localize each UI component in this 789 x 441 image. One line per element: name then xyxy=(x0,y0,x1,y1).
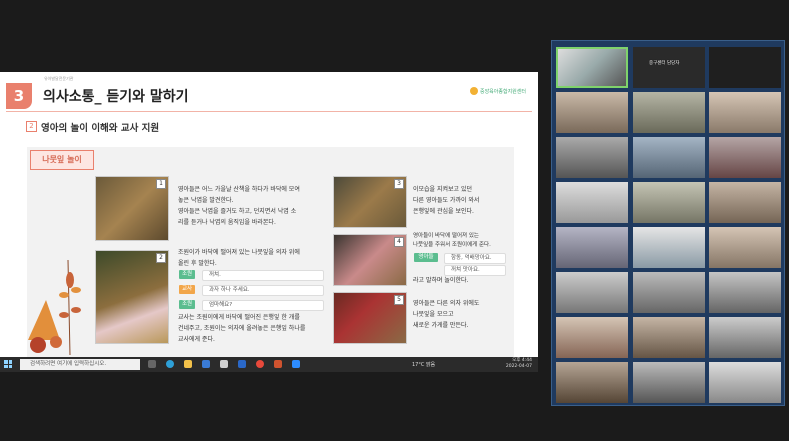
photo-4: 4 xyxy=(333,234,407,286)
hancom-icon[interactable] xyxy=(238,360,246,368)
participant-tile[interactable] xyxy=(709,272,781,313)
participant-tile[interactable] xyxy=(709,362,781,403)
participant-tile[interactable] xyxy=(556,272,628,313)
description-3: 교사는 조원이에게 바닥에 떨어진 은행잎 한 개를 건네주고, 조원이는 의자… xyxy=(178,314,306,343)
autumn-leaves-decoration xyxy=(28,260,81,355)
activity-tag: 나뭇잎 놀이 xyxy=(30,150,94,170)
participant-tile[interactable] xyxy=(556,317,628,358)
participant-tile[interactable] xyxy=(709,92,781,133)
subsection-number: 2 xyxy=(26,121,37,132)
speaker-chip: 조원 xyxy=(179,270,195,279)
participant-tile[interactable] xyxy=(556,92,628,133)
zoom-icon[interactable] xyxy=(292,360,300,368)
slide-title: 의사소통_ 듣기와 말하기 xyxy=(43,89,189,105)
description-5: 영아들이 바닥에 떨어져 있는 나뭇잎을 주워서 조원이에게 준다. xyxy=(413,233,491,248)
dialog-bubble: 엄마해요? xyxy=(202,300,324,311)
powerpoint-icon[interactable] xyxy=(274,360,282,368)
taskbar-search-input[interactable]: 검색하려면 여기에 입력하십시오. xyxy=(20,359,140,370)
edge-icon[interactable] xyxy=(166,360,174,368)
description-6: 영아들은 다른 의자 위에도 나뭇잎을 모으고 새로운 가게를 만든다. xyxy=(413,300,480,329)
logo-icon xyxy=(469,87,478,95)
photo-2: 2 xyxy=(95,250,169,344)
weather-status[interactable]: 17°C 맑음 xyxy=(412,361,435,368)
description-4: 이모습을 지켜보고 있던 다른 영아들도 가까이 와서 은행잎에 관심을 보인다… xyxy=(413,186,480,215)
task-view-icon[interactable] xyxy=(148,360,156,368)
shared-slide: 3 유아발달전문기관 의사소통_ 듣기와 말하기 중앙육아종합지원센터 2 영아… xyxy=(0,72,538,357)
participant-gallery: 중구센터 담당자 xyxy=(551,40,785,406)
photo-3: 3 xyxy=(333,176,407,228)
chrome-icon[interactable] xyxy=(256,360,264,368)
dialog-bubble: 항동, 억배망아요. xyxy=(444,253,506,264)
slide-header: 3 유아발달전문기관 의사소통_ 듣기와 말하기 중앙육아종합지원센터 xyxy=(0,72,538,112)
windows-start-icon[interactable] xyxy=(4,360,12,368)
participant-tile[interactable] xyxy=(709,227,781,268)
participant-tile-speaker[interactable] xyxy=(556,47,628,88)
participant-tile[interactable] xyxy=(633,272,705,313)
participant-tile[interactable] xyxy=(709,317,781,358)
description-1: 영아들은 어느 가을날 산책을 하다가 바닥에 모여 놓은 낙엽을 발견한다. … xyxy=(178,186,300,226)
participant-tile[interactable] xyxy=(709,47,781,88)
dialog-bubble: 과자 하나 주세요. xyxy=(202,285,324,296)
participant-tile[interactable] xyxy=(556,182,628,223)
participant-tile[interactable] xyxy=(633,137,705,178)
description-2: 조원이가 바닥에 떨어져 있는 나뭇잎을 의자 위에 올린 후 말한다. xyxy=(178,249,300,267)
clock[interactable]: 오후 4:44 2022-04-07 xyxy=(506,358,532,370)
speaker-chip: 영아들 xyxy=(414,253,438,262)
participant-tile[interactable] xyxy=(709,137,781,178)
participant-tile[interactable] xyxy=(633,92,705,133)
header-divider xyxy=(6,111,532,112)
store-icon[interactable] xyxy=(202,360,210,368)
slide-caption: 유아발달전문기관 xyxy=(44,76,74,81)
participant-tile[interactable] xyxy=(633,362,705,403)
org-logo: 중앙육아종합지원센터 xyxy=(469,87,526,95)
participant-tile[interactable]: 중구센터 담당자 xyxy=(633,47,705,88)
participant-tile[interactable] xyxy=(556,137,628,178)
photo-1: 1 xyxy=(95,176,169,241)
speaker-chip: 교사 xyxy=(179,285,195,294)
participant-tile[interactable] xyxy=(633,317,705,358)
photo-5: 5 xyxy=(333,292,407,344)
participant-tile[interactable] xyxy=(556,227,628,268)
participant-tile[interactable] xyxy=(709,182,781,223)
mail-icon[interactable] xyxy=(220,360,228,368)
participant-tile[interactable] xyxy=(633,227,705,268)
section-number: 3 xyxy=(6,83,32,109)
subsection-title: 영아의 놀이 이해와 교사 지원 xyxy=(41,123,160,134)
participant-tile[interactable] xyxy=(556,362,628,403)
participant-tile[interactable] xyxy=(633,182,705,223)
description-5b: 라고 말하며 놀이한다. xyxy=(413,277,469,284)
file-explorer-icon[interactable] xyxy=(184,360,192,368)
windows-taskbar: 검색하려면 여기에 입력하십시오. 17°C 맑음 오후 4:44 2022-0… xyxy=(0,357,538,372)
dialog-bubble: 꺼쳐. xyxy=(202,270,324,281)
speaker-chip: 조원 xyxy=(179,300,195,309)
